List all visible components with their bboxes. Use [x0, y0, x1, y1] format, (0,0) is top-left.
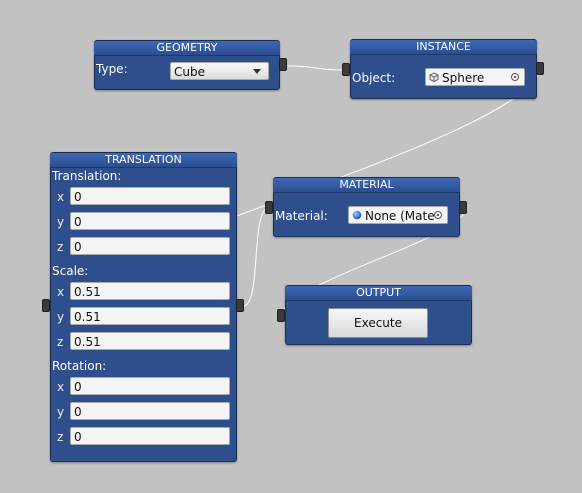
cube-icon: [429, 72, 439, 82]
material-picker-icon[interactable]: [434, 211, 442, 219]
scale-y-input[interactable]: 0.51: [70, 307, 230, 325]
scale-z-input[interactable]: 0.51: [70, 332, 230, 350]
wire-translation-to-material: [242, 206, 270, 307]
chevron-down-icon: [253, 69, 261, 74]
instance-object-value: Sphere: [442, 71, 485, 85]
material-node-title: MATERIAL: [273, 178, 460, 193]
instance-output-port[interactable]: [536, 62, 544, 75]
scale-y-label: y: [57, 310, 65, 324]
rotation-z-label: z: [57, 430, 64, 444]
material-label: Material:: [275, 209, 328, 223]
geometry-type-label: Type:: [96, 62, 128, 76]
instance-object-field[interactable]: Sphere: [425, 68, 525, 86]
material-node[interactable]: MATERIAL Material: None (Mate: [273, 177, 460, 237]
rotation-z-input[interactable]: 0: [70, 427, 230, 445]
instance-node[interactable]: INSTANCE Object: Sphere: [350, 39, 537, 99]
instance-object-label: Object:: [352, 71, 396, 85]
geometry-node[interactable]: GEOMETRY Type: Cube: [94, 40, 280, 90]
translation-y-label: y: [57, 215, 65, 229]
object-picker-icon[interactable]: [511, 73, 519, 81]
instance-node-title: INSTANCE: [350, 40, 537, 55]
scale-section-label: Scale:: [52, 264, 89, 278]
translation-node-title: TRANSLATION: [50, 153, 237, 168]
material-input-port[interactable]: [265, 201, 273, 214]
rotation-x-label: x: [57, 380, 65, 394]
translation-output-port[interactable]: [236, 299, 244, 312]
material-output-port[interactable]: [459, 201, 467, 214]
scale-x-input[interactable]: 0.51: [70, 282, 230, 300]
geometry-node-title: GEOMETRY: [94, 41, 280, 56]
translation-x-label: x: [57, 190, 65, 204]
geometry-type-value: Cube: [174, 65, 205, 79]
translation-section-label: Translation:: [52, 169, 122, 183]
rotation-x-input[interactable]: 0: [70, 377, 230, 395]
geometry-type-dropdown[interactable]: Cube: [170, 62, 269, 80]
wire-geometry-to-instance: [287, 65, 345, 71]
sphere-material-icon: [352, 210, 362, 220]
rotation-y-input[interactable]: 0: [70, 402, 230, 420]
scale-z-label: z: [57, 335, 64, 349]
rotation-section-label: Rotation:: [52, 359, 107, 373]
execute-button[interactable]: Execute: [328, 308, 428, 338]
output-node-title: OUTPUT: [285, 286, 472, 301]
rotation-y-label: y: [57, 405, 65, 419]
translation-x-input[interactable]: 0: [70, 187, 230, 205]
translation-z-input[interactable]: 0: [70, 237, 230, 255]
material-field[interactable]: None (Mate: [348, 206, 448, 224]
output-input-port[interactable]: [277, 309, 285, 322]
scale-x-label: x: [57, 285, 65, 299]
output-node[interactable]: OUTPUT Execute: [285, 285, 472, 345]
instance-input-port[interactable]: [342, 63, 350, 76]
translation-input-port[interactable]: [42, 299, 50, 312]
translation-y-input[interactable]: 0: [70, 212, 230, 230]
geometry-output-port[interactable]: [279, 58, 287, 71]
translation-node[interactable]: TRANSLATION Translation: x 0 y 0 z 0 Sca…: [50, 152, 237, 462]
translation-z-label: z: [57, 240, 64, 254]
material-value: None (Mate: [365, 209, 435, 223]
